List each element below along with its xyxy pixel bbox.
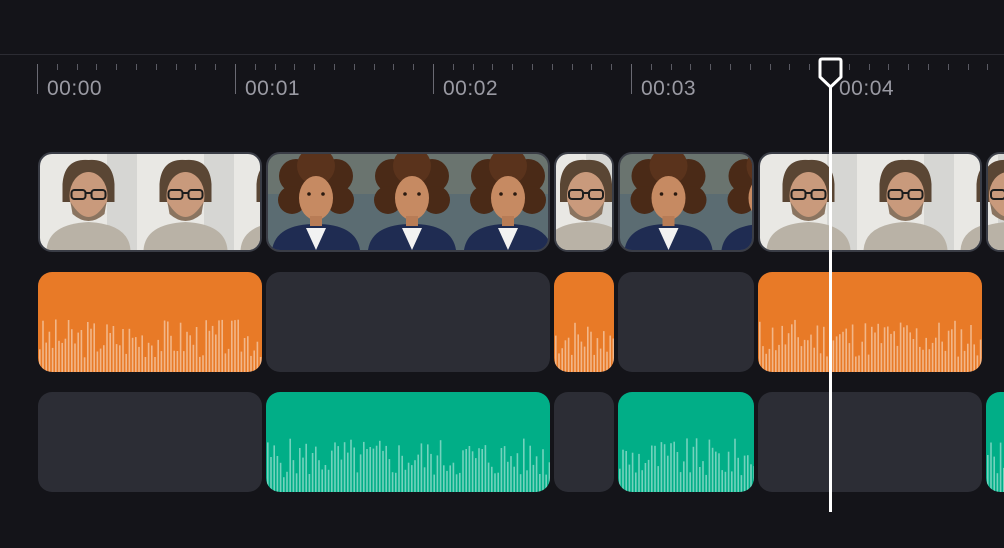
ruler-major-tick: [37, 64, 38, 94]
ruler-minor-tick: [116, 64, 117, 70]
ruler-minor-tick: [888, 64, 889, 70]
video-frame-thumbnail: [717, 154, 752, 250]
ruler-major-tick: [433, 64, 434, 94]
video-frame-thumbnail: [137, 154, 234, 250]
ruler-minor-tick: [255, 64, 256, 70]
ruler-minor-tick: [215, 64, 216, 70]
waveform: [267, 438, 550, 492]
empty-slot: [554, 392, 614, 492]
ruler-minor-tick: [96, 64, 97, 70]
ruler-minor-tick: [611, 64, 612, 70]
waveform: [555, 322, 614, 372]
ruler-minor-tick: [334, 64, 335, 70]
video-frame-thumbnail: [988, 154, 1004, 250]
audio-track-2: [0, 392, 1004, 492]
video-frame-thumbnail: [857, 154, 954, 250]
video-clip-6[interactable]: [986, 152, 1004, 252]
ruler-major-tick: [235, 64, 236, 94]
ruler-minor-tick: [671, 64, 672, 70]
ruler-minor-tick: [136, 64, 137, 70]
ruler-minor-tick: [789, 64, 790, 70]
playhead-handle[interactable]: [818, 57, 843, 94]
ruler-label-3: 00:03: [641, 77, 697, 100]
video-frame-thumbnail: [234, 154, 260, 250]
ruler-minor-tick: [77, 64, 78, 70]
empty-slot: [758, 392, 982, 492]
waveform: [619, 438, 754, 492]
video-frame-thumbnail: [268, 154, 364, 250]
ruler-minor-tick: [750, 64, 751, 70]
ruler-minor-tick: [176, 64, 177, 70]
video-clip-5[interactable]: [758, 152, 982, 252]
waveform: [39, 319, 262, 372]
ruler-minor-tick: [492, 64, 493, 70]
audio-clip-orange-1[interactable]: [38, 272, 262, 372]
ruler-minor-tick: [869, 64, 870, 70]
ruler-minor-tick: [591, 64, 592, 70]
ruler-minor-tick: [651, 64, 652, 70]
ruler-minor-tick: [552, 64, 553, 70]
video-frame-thumbnail: [556, 154, 612, 250]
ruler-minor-tick: [294, 64, 295, 70]
ruler-minor-tick: [809, 64, 810, 70]
ruler-minor-tick: [849, 64, 850, 70]
ruler-minor-tick: [473, 64, 474, 70]
ruler-minor-tick: [393, 64, 394, 70]
video-clip-1[interactable]: [38, 152, 262, 252]
audio-clip-orange-2[interactable]: [554, 272, 614, 372]
video-clip-3[interactable]: [554, 152, 614, 252]
ruler-minor-tick: [314, 64, 315, 70]
ruler-minor-tick: [770, 64, 771, 70]
ruler-minor-tick: [730, 64, 731, 70]
ruler-minor-tick: [987, 64, 988, 70]
audio-track-1: [0, 272, 1004, 372]
ruler-minor-tick: [968, 64, 969, 70]
audio-clip-green-1[interactable]: [266, 392, 550, 492]
playhead-line[interactable]: [829, 78, 832, 512]
ruler-minor-tick: [156, 64, 157, 70]
ruler-minor-tick: [948, 64, 949, 70]
waveform: [987, 442, 1004, 492]
video-frame-thumbnail: [760, 154, 857, 250]
empty-slot: [266, 272, 550, 372]
ruler-minor-tick: [928, 64, 929, 70]
empty-slot: [618, 272, 754, 372]
video-frame-thumbnail: [954, 154, 980, 250]
video-frame-thumbnail: [620, 154, 717, 250]
ruler-minor-tick: [512, 64, 513, 70]
ruler-minor-tick: [195, 64, 196, 70]
ruler-minor-tick: [908, 64, 909, 70]
ruler-minor-tick: [275, 64, 276, 70]
ruler-label-1: 00:01: [245, 77, 301, 100]
empty-slot: [38, 392, 262, 492]
ruler-minor-tick: [413, 64, 414, 70]
ruler-minor-tick: [572, 64, 573, 70]
ruler-minor-tick: [453, 64, 454, 70]
ruler-label-0: 00:00: [47, 77, 103, 100]
audio-clip-orange-3[interactable]: [758, 272, 982, 372]
ruler-minor-tick: [374, 64, 375, 70]
ruler-label-2: 00:02: [443, 77, 499, 100]
video-clip-2[interactable]: [266, 152, 550, 252]
ruler-minor-tick: [710, 64, 711, 70]
timeline-toolbar: [0, 0, 1004, 55]
video-frame-thumbnail: [40, 154, 137, 250]
audio-clip-green-2[interactable]: [618, 392, 754, 492]
ruler-major-tick: [631, 64, 632, 94]
ruler-minor-tick: [354, 64, 355, 70]
ruler-minor-tick: [690, 64, 691, 70]
ruler-minor-tick: [532, 64, 533, 70]
video-track: [0, 152, 1004, 252]
time-ruler[interactable]: 00:00 00:01 00:02 00:03 00:04: [0, 55, 1004, 105]
waveform: [759, 319, 982, 372]
audio-clip-green-3[interactable]: [986, 392, 1004, 492]
ruler-minor-tick: [57, 64, 58, 70]
ruler-label-4: 00:04: [839, 77, 895, 100]
video-frame-thumbnail: [364, 154, 460, 250]
video-clip-4[interactable]: [618, 152, 754, 252]
video-frame-thumbnail: [460, 154, 548, 250]
